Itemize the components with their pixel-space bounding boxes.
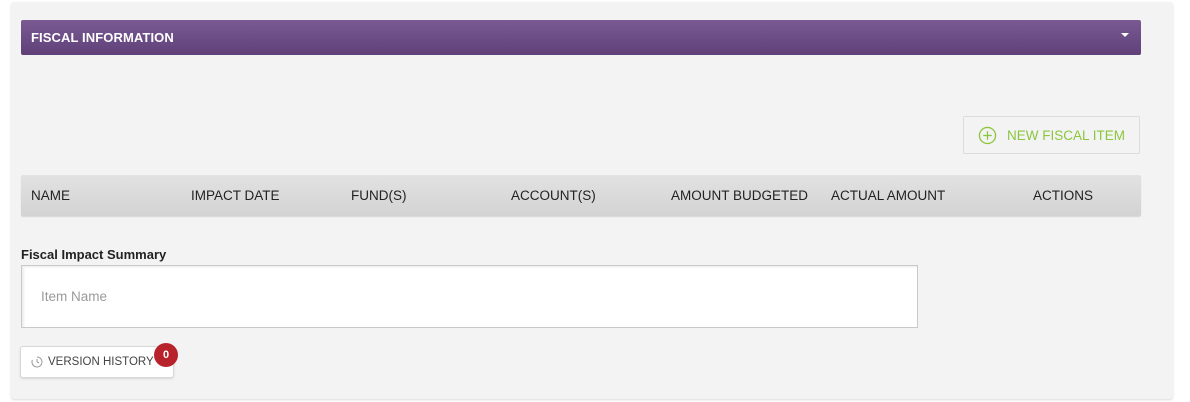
column-header-actions: ACTIONS xyxy=(1033,188,1094,203)
new-fiscal-item-label: NEW FISCAL ITEM xyxy=(1006,127,1125,143)
column-header-accounts[interactable]: ACCOUNT(S) xyxy=(511,175,596,216)
fiscal-impact-summary-input[interactable] xyxy=(21,265,918,328)
version-history-label: VERSION HISTORY xyxy=(48,356,154,368)
version-count-badge: 0 xyxy=(154,343,178,367)
column-header-name[interactable]: NAME xyxy=(31,175,70,216)
column-header-impact-date[interactable]: IMPACT DATE xyxy=(191,175,280,216)
version-history-button[interactable]: VERSION HISTORY xyxy=(20,346,174,378)
column-header-actual-amount[interactable]: ACTUAL AMOUNT xyxy=(831,175,945,216)
fiscal-information-header[interactable]: FISCAL INFORMATION xyxy=(21,20,1141,55)
column-header-funds[interactable]: FUND(S) xyxy=(351,175,407,216)
new-fiscal-item-button[interactable]: NEW FISCAL ITEM xyxy=(963,116,1140,154)
clock-icon xyxy=(31,356,43,368)
plus-circle-icon xyxy=(978,126,997,144)
section-title: FISCAL INFORMATION xyxy=(31,30,174,45)
fiscal-items-table-header: NAME IMPACT DATE FUND(S) ACCOUNT(S) AMOU… xyxy=(21,175,1141,216)
column-header-amount-budgeted[interactable]: AMOUNT BUDGETED xyxy=(671,175,808,216)
caret-down-icon[interactable] xyxy=(1121,32,1129,37)
fiscal-impact-summary-label: Fiscal Impact Summary xyxy=(21,247,167,262)
